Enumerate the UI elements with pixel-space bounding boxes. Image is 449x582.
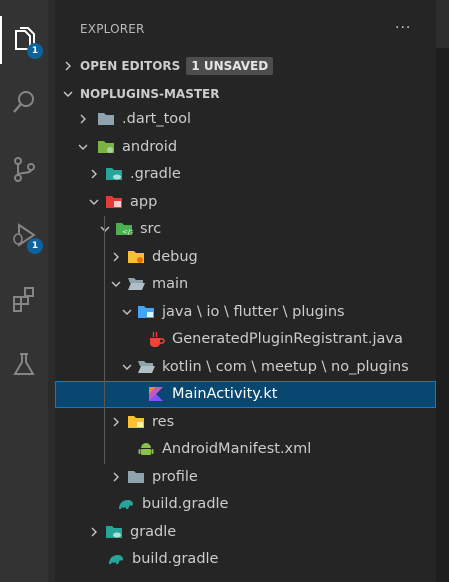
folder-java-icon <box>130 303 162 325</box>
gradle-file-icon <box>110 495 142 517</box>
project-section[interactable]: NOPLUGINS-MASTER <box>55 82 436 106</box>
tree-file-item[interactable]: MainActivity.kt <box>55 381 436 408</box>
source-control-activity-button[interactable] <box>0 145 48 193</box>
tree-folder-item[interactable]: kotlin \ com \ meetup \ no_plugins <box>55 354 436 381</box>
tree-item-label: AndroidManifest.xml <box>162 441 312 457</box>
tree-folder-item[interactable]: </> src <box>55 216 436 243</box>
tree-folder-item[interactable]: app <box>55 189 436 216</box>
source-control-icon <box>14 157 35 182</box>
tree-item-label: debug <box>152 249 198 265</box>
more-actions-icon[interactable]: ··· <box>395 20 411 36</box>
debug-badge: 1 <box>27 238 43 254</box>
folder-grey-icon <box>120 468 152 490</box>
android-file-icon <box>130 440 162 462</box>
folder-gradle-icon <box>98 165 130 187</box>
tree-folder-item[interactable]: android <box>55 134 436 161</box>
java-file-icon <box>140 330 172 352</box>
tree-folder-item[interactable]: java \ io \ flutter \ plugins <box>55 299 436 326</box>
tree-file-item[interactable]: build.gradle <box>55 546 436 573</box>
tree-folder-item[interactable]: gradle <box>55 519 436 546</box>
folder-grey-icon <box>90 110 122 132</box>
explorer-header: EXPLORER ··· <box>55 0 436 58</box>
explorer-activity-button[interactable]: 1 <box>0 16 48 64</box>
indent-guide <box>104 216 105 464</box>
folder-open-icon <box>120 275 152 297</box>
tree-folder-item[interactable]: .gradle <box>55 161 436 188</box>
open-editors-label: OPEN EDITORS <box>80 59 181 73</box>
search-activity-button[interactable] <box>0 78 48 126</box>
flask-icon <box>13 353 35 375</box>
unsaved-badge: 1 UNSAVED <box>186 57 274 75</box>
tree-item-label: kotlin \ com \ meetup \ no_plugins <box>162 359 409 375</box>
tree-folder-item[interactable]: profile <box>55 464 436 491</box>
chevron-right-icon <box>65 61 71 71</box>
tree-item-label: android <box>122 139 178 155</box>
folder-app-icon <box>98 193 130 215</box>
tree-item-label: GeneratedPluginRegistrant.java <box>172 331 403 347</box>
explorer-title: EXPLORER <box>80 22 145 36</box>
tree-item-label: src <box>140 221 162 237</box>
tree-item-label: gradle <box>130 524 177 540</box>
tree-folder-item[interactable]: debug <box>55 244 436 271</box>
folder-open-icon <box>130 358 162 380</box>
extensions-icon <box>13 287 34 312</box>
testing-activity-button[interactable] <box>0 340 48 388</box>
tree-folder-item[interactable]: main <box>55 271 436 298</box>
tree-item-label: .gradle <box>130 166 181 182</box>
explorer-sidebar: EXPLORER ··· OPEN EDITORS 1 UNSAVED NOPL… <box>55 0 436 582</box>
tree-item-label: app <box>130 194 158 210</box>
tree-item-label: MainActivity.kt <box>172 386 278 402</box>
chevron-down-icon <box>63 91 73 97</box>
folder-res-icon <box>120 413 152 435</box>
tree-folder-item[interactable]: res <box>55 409 436 436</box>
search-icon <box>13 91 34 113</box>
gradle-file-icon <box>100 550 132 572</box>
open-editors-section[interactable]: OPEN EDITORS 1 UNSAVED <box>55 54 436 78</box>
debug-activity-button[interactable]: 1 <box>0 211 48 259</box>
activity-bar: 1 1 <box>0 0 48 582</box>
folder-android-icon <box>90 138 122 160</box>
tree-folder-item[interactable]: .dart_tool <box>55 106 436 133</box>
tree-item-label: build.gradle <box>132 551 219 567</box>
folder-gradle-icon <box>98 523 130 545</box>
tree-item-label: .dart_tool <box>122 111 192 127</box>
chevron-right-icon <box>80 114 86 124</box>
tree-item-label: build.gradle <box>142 496 229 512</box>
svg-text:</>: </> <box>122 228 133 236</box>
tree-item-label: res <box>152 414 175 430</box>
project-label: NOPLUGINS-MASTER <box>80 87 220 101</box>
sidebar-border <box>48 0 55 582</box>
extensions-activity-button[interactable] <box>0 275 48 323</box>
editor-edge <box>436 0 449 582</box>
tree-file-item[interactable]: AndroidManifest.xml <box>55 436 436 463</box>
tree-item-label: java \ io \ flutter \ plugins <box>162 304 345 320</box>
kotlin-file-icon <box>140 385 172 407</box>
tree-file-item[interactable]: GeneratedPluginRegistrant.java <box>55 326 436 353</box>
chevron-down-icon <box>78 144 88 150</box>
tree-file-item[interactable]: build.gradle <box>55 491 436 518</box>
folder-debug-icon <box>120 248 152 270</box>
tree-item-label: profile <box>152 469 198 485</box>
folder-src-icon: </> <box>108 220 140 242</box>
tree-item-label: main <box>152 276 189 292</box>
explorer-badge: 1 <box>27 43 43 59</box>
